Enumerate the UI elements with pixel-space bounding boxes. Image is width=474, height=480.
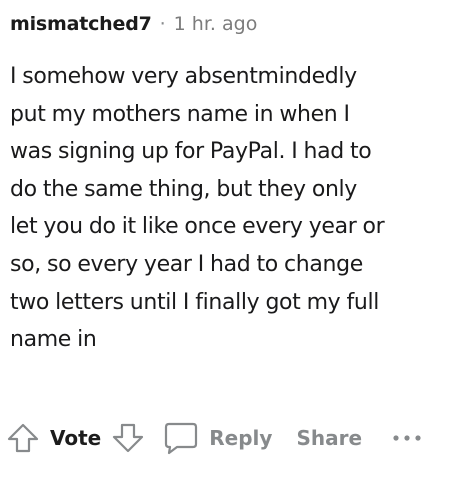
comment-line: put my mothers name in when I: [10, 101, 350, 127]
comment-line: so, so every year I had to change: [10, 251, 363, 277]
speech-bubble-icon: [163, 421, 199, 455]
comment-line: two letters until I finally got my full: [10, 289, 379, 315]
share-button[interactable]: Share: [296, 426, 362, 450]
comment-actions: Vote Reply Share: [6, 416, 470, 460]
comment-line: do the same thing, but they only: [10, 176, 357, 202]
upvote-arrow-icon[interactable]: [6, 421, 40, 455]
comment-line: I somehow very absentmindedly: [10, 64, 357, 89]
more-dots-icon[interactable]: [392, 433, 422, 443]
vote-count: Vote: [50, 426, 102, 450]
meta-separator: ·: [159, 13, 166, 35]
reply-label: Reply: [209, 426, 273, 450]
comment-line: was signing up for PayPal. I had to: [10, 139, 372, 165]
author-username[interactable]: mismatched7: [10, 13, 152, 35]
comment-line: let you do it like once every year or: [10, 214, 385, 240]
comment-line: name in: [10, 327, 97, 353]
comment-body: I somehow very absentmindedly put my mot…: [10, 58, 470, 359]
comment-meta: mismatched7 · 1 hr. ago: [10, 9, 257, 39]
downvote-arrow-icon[interactable]: [111, 421, 145, 455]
timestamp[interactable]: 1 hr. ago: [174, 13, 258, 35]
comment: mismatched7 · 1 hr. ago I somehow very a…: [0, 0, 474, 480]
reply-button[interactable]: Reply: [163, 421, 272, 455]
